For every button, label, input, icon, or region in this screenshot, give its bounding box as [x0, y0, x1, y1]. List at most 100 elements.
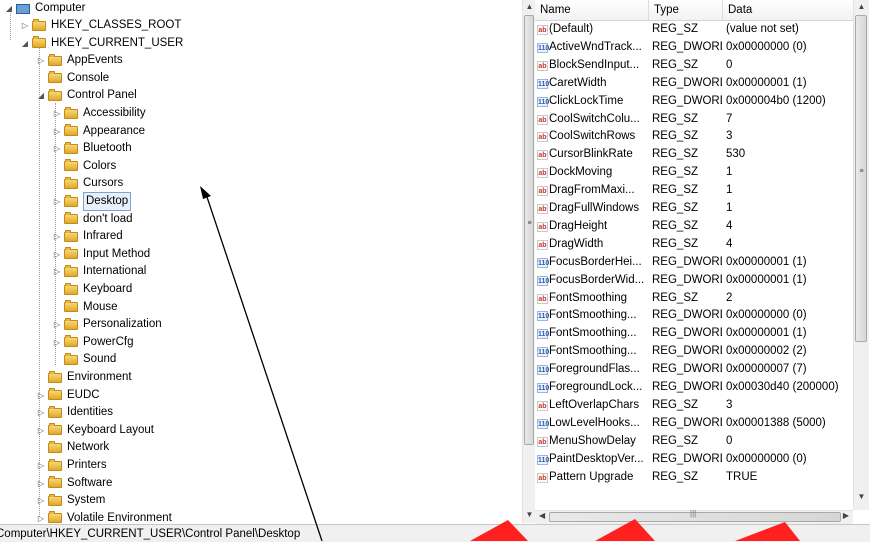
expand-icon[interactable]: ▷ — [52, 334, 62, 351]
tree-item[interactable]: ▷ Accessibility — [52, 105, 146, 122]
tree-item[interactable]: Colors — [52, 158, 116, 175]
collapse-icon[interactable]: ◢ — [4, 0, 14, 17]
value-row[interactable]: ab FontSmoothing REG_SZ 2 — [535, 290, 853, 308]
column-header-type[interactable]: Type — [649, 0, 723, 20]
value-data: 4 — [726, 237, 733, 250]
value-row[interactable]: 110 LowLevelHooks... REG_DWORD 0x00001388 (… — [535, 415, 853, 433]
tree-item[interactable]: ▷ Input Method — [52, 246, 150, 263]
value-row[interactable]: ab DockMoving REG_SZ 1 — [535, 164, 853, 182]
value-row[interactable]: ab (Default) REG_SZ (value not set) — [535, 21, 853, 39]
expand-icon[interactable]: ▷ — [36, 457, 46, 474]
tree-scrollbar[interactable]: ▲ ≡ ▼ — [522, 0, 536, 523]
tree-item[interactable]: Network — [36, 439, 109, 456]
expand-icon[interactable]: ▷ — [52, 140, 62, 157]
tree-item[interactable]: don't load — [52, 211, 133, 228]
value-row[interactable]: ab DragFromMaxi... REG_SZ 1 — [535, 182, 853, 200]
expand-icon[interactable]: ▷ — [52, 228, 62, 245]
tree-item[interactable]: ◢ Control Panel — [36, 87, 137, 104]
scroll-down-icon[interactable]: ▼ — [854, 492, 869, 501]
expand-icon[interactable]: ▷ — [36, 404, 46, 421]
column-header-data[interactable]: Data — [723, 0, 853, 20]
tree-item[interactable]: ◢ HKEY_CURRENT_USER — [20, 35, 183, 52]
tree-item[interactable]: ▷ Volatile Environment — [36, 510, 172, 523]
value-row[interactable]: 110 ActiveWndTrack... REG_DWORD 0x00000000 … — [535, 39, 853, 57]
value-type: REG_DWORD — [652, 345, 722, 358]
tree-item[interactable]: Console — [36, 70, 109, 87]
value-row[interactable]: ab MenuShowDelay REG_SZ 0 — [535, 433, 853, 451]
tree-item[interactable]: ▷ Appearance — [52, 123, 145, 140]
value-data: 0x00001388 (5000) — [726, 416, 826, 429]
value-row[interactable]: 110 FontSmoothing... REG_DWORD 0x00000001 (… — [535, 325, 853, 343]
value-row[interactable]: 110 PaintDesktopVer... REG_DWORD 0x00000000… — [535, 451, 853, 469]
expand-icon[interactable]: ▷ — [52, 316, 62, 333]
expand-icon[interactable]: ▷ — [36, 422, 46, 439]
column-header-name[interactable]: Name — [535, 0, 649, 20]
expand-icon[interactable]: ▷ — [36, 492, 46, 509]
value-row[interactable]: 110 ForegroundLock... REG_DWORD 0x00030d40 … — [535, 379, 853, 397]
tree-item-computer[interactable]: ◢ Computer — [4, 0, 86, 17]
collapse-icon[interactable]: ◢ — [36, 87, 46, 104]
tree-item[interactable]: ▷ Software — [36, 475, 112, 492]
value-row[interactable]: 110 FontSmoothing... REG_DWORD 0x00000002 (… — [535, 343, 853, 361]
list-scrollbar[interactable]: ▲ ≡ ▼ — [853, 0, 869, 510]
expand-icon[interactable]: ▷ — [36, 52, 46, 69]
tree-item[interactable]: Environment — [36, 369, 132, 386]
tree-item[interactable]: ▷ Personalization — [52, 316, 162, 333]
registry-tree[interactable]: ◢ Computer ▷ HKEY_CLASSES_ROOT ◢ HKEY_CURRE… — [0, 0, 522, 523]
value-row[interactable]: 110 FontSmoothing... REG_DWORD 0x00000000 (… — [535, 307, 853, 325]
tree-item[interactable]: ▷ System — [36, 492, 105, 509]
tree-item[interactable]: ▷ PowerCfg — [52, 334, 134, 351]
value-row[interactable]: 110 FocusBorderWid... REG_DWORD 0x00000001 … — [535, 272, 853, 290]
tree-item[interactable]: Mouse — [52, 299, 118, 316]
expand-icon[interactable]: ▷ — [52, 246, 62, 263]
value-row[interactable]: ab DragWidth REG_SZ 4 — [535, 236, 853, 254]
value-row[interactable]: ab LeftOverlapChars REG_SZ 3 — [535, 397, 853, 415]
tree-item[interactable]: ▷ Infrared — [52, 228, 123, 245]
list-hscrollbar[interactable]: ◀ ||| ▶ — [535, 509, 853, 524]
scroll-right-icon[interactable]: ▶ — [843, 511, 849, 520]
scroll-thumb[interactable] — [524, 15, 534, 445]
expand-icon[interactable]: ▷ — [52, 105, 62, 122]
scroll-left-icon[interactable]: ◀ — [539, 511, 545, 520]
value-row[interactable]: ab Pattern Upgrade REG_SZ TRUE — [535, 469, 853, 487]
scroll-thumb[interactable] — [855, 15, 867, 342]
tree-item[interactable]: ▷ HKEY_CLASSES_ROOT — [20, 17, 181, 34]
collapse-icon[interactable]: ◢ — [20, 35, 30, 52]
expand-icon[interactable]: ▷ — [36, 510, 46, 523]
value-name: DockMoving — [549, 166, 613, 179]
tree-item[interactable]: Sound — [52, 351, 116, 368]
value-row[interactable]: ab CoolSwitchColu... REG_SZ 7 — [535, 111, 853, 129]
value-row[interactable]: ab CursorBlinkRate REG_SZ 530 — [535, 146, 853, 164]
value-row[interactable]: ab BlockSendInput... REG_SZ 0 — [535, 57, 853, 75]
value-row[interactable]: 110 FocusBorderHei... REG_DWORD 0x00000001 … — [535, 254, 853, 272]
folder-icon — [64, 229, 78, 242]
tree-item[interactable]: ▷ Identities — [36, 404, 113, 421]
expand-icon[interactable]: ▷ — [36, 387, 46, 404]
value-row[interactable]: ab DragFullWindows REG_SZ 1 — [535, 200, 853, 218]
value-row[interactable]: 110 ClickLockTime REG_DWORD 0x000004b0 (120… — [535, 93, 853, 111]
tree-item[interactable]: ▷ International — [52, 263, 146, 280]
tree-item[interactable]: ▷ Bluetooth — [52, 140, 132, 157]
values-list[interactable]: Name Type Data ab (Default) REG_SZ (value n… — [535, 0, 853, 510]
expand-icon[interactable]: ▷ — [52, 193, 62, 210]
value-row[interactable]: 110 CaretWidth REG_DWORD 0x00000001 (1) — [535, 75, 853, 93]
expand-icon[interactable]: ▷ — [20, 17, 30, 34]
expand-icon[interactable]: ▷ — [52, 123, 62, 140]
value-row[interactable]: 110 ForegroundFlas... REG_DWORD 0x00000007 … — [535, 361, 853, 379]
tree-item-label: Control Panel — [67, 89, 137, 102]
expand-icon[interactable]: ▷ — [36, 475, 46, 492]
folder-icon — [48, 423, 62, 436]
value-name: Pattern Upgrade — [549, 470, 634, 483]
expand-icon[interactable]: ▷ — [52, 263, 62, 280]
value-data: 3 — [726, 398, 733, 411]
tree-item[interactable]: Keyboard — [52, 281, 132, 298]
scroll-up-icon[interactable]: ▲ — [854, 2, 869, 11]
value-row[interactable]: ab CoolSwitchRows REG_SZ 3 — [535, 128, 853, 146]
tree-item[interactable]: ▷ Keyboard Layout — [36, 422, 154, 439]
tree-item[interactable]: Cursors — [52, 175, 123, 192]
tree-item[interactable]: ▷ Desktop — [52, 192, 132, 211]
tree-item[interactable]: ▷ Printers — [36, 457, 107, 474]
tree-item[interactable]: ▷ AppEvents — [36, 52, 123, 69]
tree-item[interactable]: ▷ EUDC — [36, 387, 100, 404]
value-row[interactable]: ab DragHeight REG_SZ 4 — [535, 218, 853, 236]
